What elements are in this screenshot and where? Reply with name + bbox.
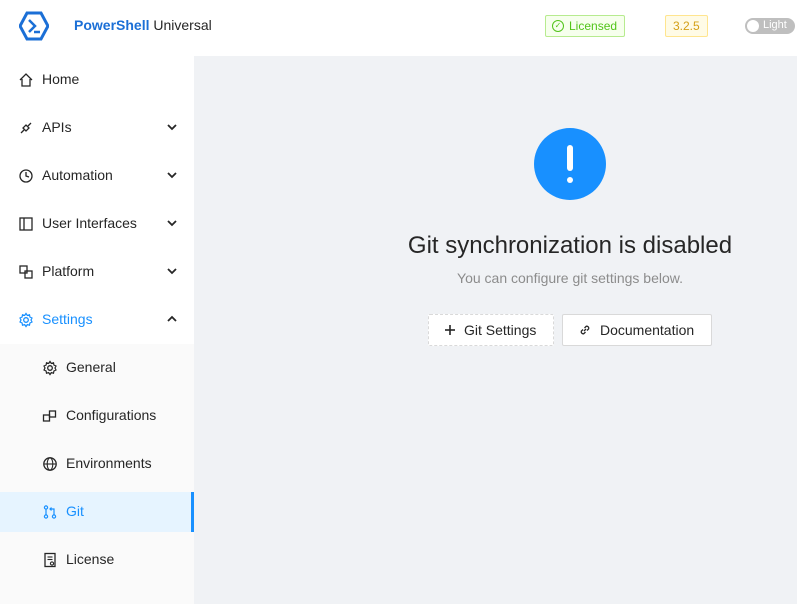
gear-icon: [43, 360, 57, 376]
theme-toggle[interactable]: Light: [745, 18, 795, 34]
sidebar-item-label: Automation: [42, 167, 113, 183]
license-icon: [44, 552, 56, 568]
result-title: Git synchronization is disabled: [407, 232, 733, 259]
licensed-badge: ✓ Licensed: [545, 15, 626, 37]
sidebar-item-platform[interactable]: Platform: [0, 252, 194, 292]
sidebar: Home APIs Automation User Interfaces Pla…: [0, 56, 194, 604]
exclamation-dot: [567, 177, 573, 183]
home-icon: [19, 73, 33, 87]
sidebar-subitem-label: License: [66, 551, 115, 567]
brand-bold: PowerShell: [74, 17, 150, 33]
licensed-label: Licensed: [569, 19, 618, 33]
sidebar-item-label: User Interfaces: [42, 215, 137, 231]
git-settings-button[interactable]: Git Settings: [428, 314, 554, 346]
chevron-down-icon: [167, 172, 177, 179]
chevron-down-icon: [167, 220, 177, 227]
exclamation-circle-icon: [534, 128, 606, 200]
sidebar-item-settings[interactable]: Settings: [0, 300, 194, 340]
sidebar-subitem-license[interactable]: License: [0, 540, 194, 580]
chevron-down-icon: [167, 124, 177, 131]
sidebar-item-automation[interactable]: Automation: [0, 156, 194, 196]
toggle-knob: [747, 20, 759, 32]
sidebar-subitem-git[interactable]: Git: [0, 492, 194, 532]
sidebar-item-user-interfaces[interactable]: User Interfaces: [0, 204, 194, 244]
documentation-label: Documentation: [600, 322, 695, 338]
api-icon: [20, 122, 32, 134]
link-icon: [580, 325, 590, 335]
theme-toggle-label: Light: [763, 19, 787, 31]
chevron-up-icon: [167, 315, 177, 322]
sidebar-subitem-general[interactable]: General: [0, 348, 194, 388]
check-circle-icon: ✓: [552, 20, 564, 32]
sidebar-subitem-label: Configurations: [66, 407, 157, 423]
git-pull-icon: [43, 505, 57, 519]
sidebar-subitem-label: Environments: [66, 455, 152, 471]
sidebar-subitem-label: General: [66, 359, 116, 375]
clock-icon: [19, 169, 33, 183]
sidebar-item-home[interactable]: Home: [0, 60, 194, 100]
sidebar-item-apis[interactable]: APIs: [0, 108, 194, 148]
top-header: PowerShell Universal ✓ Licensed 3.2.5 Li…: [0, 0, 797, 56]
gear-icon: [19, 312, 33, 328]
git-disabled-result: Git synchronization is disabled You can …: [194, 56, 797, 604]
git-settings-label: Git Settings: [464, 322, 537, 338]
blocks-icon: [42, 410, 57, 422]
documentation-button[interactable]: Documentation: [562, 314, 712, 346]
sidebar-subitem-label: Git: [66, 503, 84, 519]
plus-icon: [445, 325, 455, 335]
brand-rest: Universal: [149, 17, 212, 33]
layout-icon: [19, 217, 33, 231]
version-label: 3.2.5: [673, 19, 700, 33]
platform-icon: [19, 265, 33, 279]
chevron-down-icon: [167, 268, 177, 275]
sidebar-item-label: Platform: [42, 263, 95, 279]
version-badge: 3.2.5: [665, 15, 708, 37]
exclamation-bar: [567, 145, 573, 171]
sidebar-item-label: APIs: [42, 119, 72, 135]
brand-title[interactable]: PowerShell Universal: [74, 17, 212, 33]
sidebar-subitem-configurations[interactable]: Configurations: [0, 396, 194, 436]
result-subtitle: You can configure git settings below.: [457, 270, 683, 286]
powershell-logo-icon[interactable]: [19, 11, 49, 41]
sidebar-item-label: Home: [42, 71, 80, 87]
sidebar-item-label: Settings: [42, 311, 93, 327]
globe-icon: [43, 457, 57, 471]
sidebar-subitem-environments[interactable]: Environments: [0, 444, 194, 484]
